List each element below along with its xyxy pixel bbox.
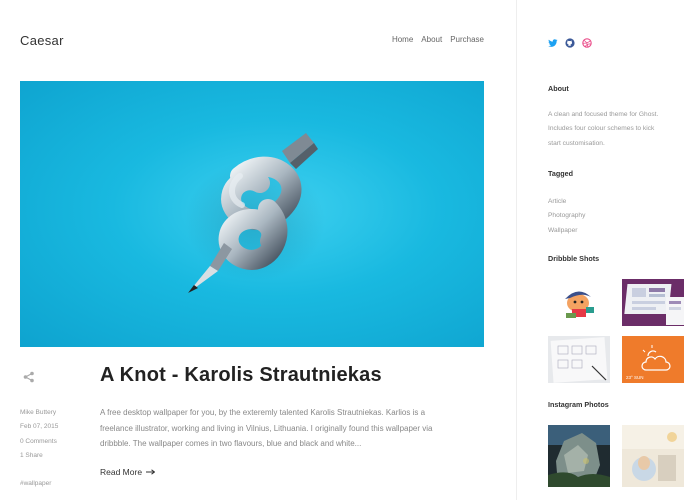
social-icons xyxy=(548,35,592,48)
dribbble-icon[interactable] xyxy=(582,35,592,48)
knot-pencil-illustration xyxy=(185,133,325,293)
post-comments-link[interactable]: 0 Comments xyxy=(20,435,90,449)
tag-list: Article Photography Wallpaper xyxy=(548,195,585,238)
instagram-photo-rock[interactable] xyxy=(548,425,610,487)
share-icon[interactable] xyxy=(22,370,36,384)
post-meta: Mike Buttery Feb 07, 2015 0 Comments 1 S… xyxy=(20,406,90,491)
site-logo[interactable]: Caesar xyxy=(20,33,64,48)
sketch-notebook-illustration xyxy=(548,336,610,383)
about-heading: About xyxy=(548,84,569,93)
dribbble-shot-character[interactable] xyxy=(548,279,610,326)
post-title[interactable]: A Knot - Karolis Strautniekas xyxy=(100,364,382,387)
ui-screens-illustration xyxy=(622,279,684,326)
dribbble-shot-ui[interactable] xyxy=(622,279,684,326)
rock-photo xyxy=(548,425,610,487)
read-more-label: Read More xyxy=(100,467,143,477)
about-text: A clean and focused theme for Ghost. Inc… xyxy=(548,111,659,147)
twitter-icon[interactable] xyxy=(548,35,558,47)
weather-cloud-icon: 23° SUN xyxy=(622,336,684,383)
main-column: Caesar Home About Purchase A Knot - Karo… xyxy=(0,0,516,500)
tagged-heading: Tagged xyxy=(548,169,574,178)
tag-link-article[interactable]: Article xyxy=(548,195,585,209)
dribbble-shot-sketch[interactable] xyxy=(548,336,610,383)
read-more-link[interactable]: Read More xyxy=(100,467,156,477)
character-illustration xyxy=(565,291,594,318)
post-tag-link[interactable]: #wallpaper xyxy=(20,477,90,491)
post-author[interactable]: Mike Buttery xyxy=(20,406,90,420)
meta-spacer xyxy=(20,463,90,477)
instagram-photo-bright[interactable] xyxy=(622,425,684,487)
nav-about-link[interactable]: About xyxy=(421,35,442,44)
instagram-heading: Instagram Photos xyxy=(548,400,609,409)
dribbble-shot-weather[interactable]: 23° SUN xyxy=(622,336,684,383)
github-icon[interactable] xyxy=(565,35,575,48)
featured-image[interactable] xyxy=(20,81,484,347)
tag-link-photography[interactable]: Photography xyxy=(548,209,585,223)
weather-caption: 23° SUN xyxy=(626,375,644,380)
tag-link-wallpaper[interactable]: Wallpaper xyxy=(548,224,585,238)
arrow-right-icon xyxy=(146,469,156,475)
dribbble-heading: Dribbble Shots xyxy=(548,254,600,263)
post-shares-link[interactable]: 1 Share xyxy=(20,449,90,463)
bright-photo xyxy=(622,425,684,487)
nav-home-link[interactable]: Home xyxy=(392,35,413,44)
sidebar: About A clean and focused theme for Ghos… xyxy=(516,0,700,500)
post-date: Feb 07, 2015 xyxy=(20,423,59,431)
post-excerpt: A free desktop wallpaper for you, by the… xyxy=(100,408,433,448)
top-nav: Home About Purchase xyxy=(392,35,484,44)
nav-purchase-link[interactable]: Purchase xyxy=(450,35,484,44)
